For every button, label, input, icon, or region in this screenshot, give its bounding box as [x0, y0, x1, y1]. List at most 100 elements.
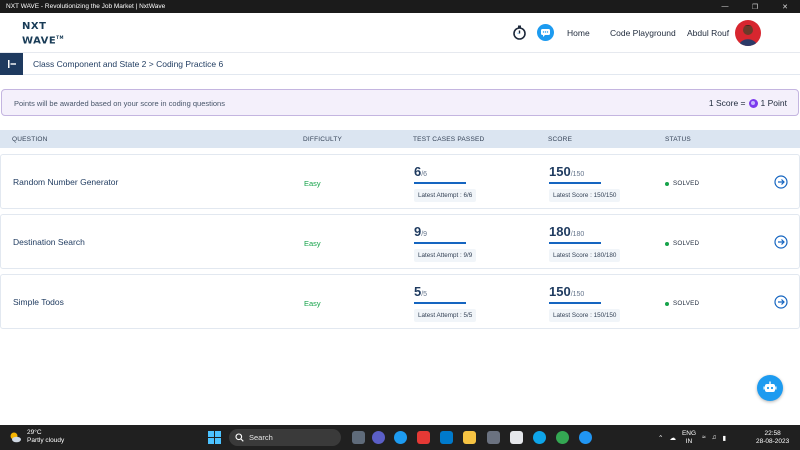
nav-code-playground-link[interactable]: Code Playground — [610, 28, 676, 38]
maximize-button[interactable]: ❐ — [740, 0, 770, 13]
score-progress-bar — [549, 302, 601, 304]
question-name[interactable]: Destination Search — [13, 237, 85, 247]
wifi-icon[interactable]: ≈ — [702, 434, 706, 441]
latest-score: Latest Score : 150/150 — [549, 189, 621, 202]
latest-score: Latest Score : 180/180 — [549, 249, 621, 262]
score-metric: 150/150 Latest Score : 150/150 — [549, 283, 639, 322]
weather-widget[interactable]: 29°C Partly cloudy — [8, 429, 64, 445]
sidebar-toggle-button[interactable] — [0, 53, 23, 75]
logo-wave-text: WAVE — [22, 35, 57, 47]
user-name[interactable]: Abdul Rouf — [687, 28, 729, 38]
test-cases-total: /6 — [421, 171, 428, 178]
cloud-icon[interactable]: ☁ — [669, 434, 676, 442]
volume-icon[interactable]: ♫ — [712, 434, 717, 441]
score-value: 150 — [549, 284, 571, 299]
edge-icon[interactable] — [533, 431, 546, 444]
search-icon — [235, 433, 244, 442]
difficulty-label: Easy — [304, 179, 321, 188]
chevron-up-icon[interactable]: ⌃ — [658, 434, 663, 442]
arrow-right-circle-icon[interactable] — [774, 295, 788, 309]
browser-app-icon[interactable] — [579, 431, 592, 444]
app-header: NXT WAVETM Home Code Playground Abdul Ro… — [0, 13, 800, 53]
test-cases-progress-bar — [414, 302, 466, 304]
clock-date: 28-08-2023 — [756, 438, 790, 445]
question-name[interactable]: Random Number Generator — [13, 177, 118, 187]
close-button[interactable]: ✕ — [770, 0, 800, 13]
status-text: SOLVED — [673, 300, 700, 307]
status-badge: SOLVED — [665, 240, 699, 247]
score-progress-bar — [549, 242, 601, 244]
battery-icon[interactable]: ▮ — [723, 434, 727, 442]
rate-point-label: 1 Point — [760, 98, 787, 108]
rate-score-label: 1 Score = — [708, 98, 746, 108]
table-row[interactable]: Simple Todos Easy 5/5 Latest Attempt : 5… — [0, 274, 800, 329]
partly-cloudy-icon — [10, 432, 21, 443]
score-metric: 180/180 Latest Score : 180/180 — [549, 223, 639, 262]
coin-icon — [748, 98, 758, 108]
minimize-button[interactable]: — — [710, 0, 740, 13]
status-dot-icon — [665, 301, 669, 306]
table-row[interactable]: Destination Search Easy 9/9 Latest Attem… — [0, 214, 800, 269]
store-icon[interactable] — [510, 431, 523, 444]
clock-time: 22:58 — [764, 430, 781, 437]
vscode-icon[interactable] — [440, 431, 453, 444]
chat-icon[interactable] — [537, 24, 554, 41]
table-header: QUESTION DIFFICULTY TEST CASES PASSED SC… — [0, 130, 800, 148]
test-cases-metric: 5/5 Latest Attempt : 5/5 — [414, 283, 504, 322]
score-progress-bar — [549, 182, 601, 184]
logo-text-bottom: WAVETM — [22, 32, 66, 46]
column-header-score: SCORE — [548, 136, 573, 143]
chrome-icon[interactable] — [556, 431, 569, 444]
arrow-right-circle-icon[interactable] — [774, 235, 788, 249]
status-dot-icon — [665, 181, 669, 186]
window-title: NXT WAVE - Revolutionizing the Job Marke… — [6, 3, 166, 10]
system-tray: ⌃ ☁ ENG IN ≈ ♫ ▮ — [658, 430, 726, 445]
teams-icon[interactable] — [372, 431, 385, 444]
status-text: SOLVED — [673, 240, 700, 247]
score-value: 150 — [549, 164, 571, 179]
nxtwave-logo[interactable]: NXT WAVETM — [22, 21, 66, 47]
column-header-status: STATUS — [665, 136, 691, 143]
status-text: SOLVED — [673, 180, 700, 187]
search-label: Search — [249, 433, 273, 442]
taskbar-search[interactable]: Search — [229, 429, 341, 446]
difficulty-label: Easy — [304, 239, 321, 248]
latest-score: Latest Score : 150/150 — [549, 309, 621, 322]
weather-desc: Partly cloudy — [27, 437, 65, 444]
windows-start-icon[interactable] — [208, 431, 221, 444]
points-rate: 1 Score = 1 Point — [709, 98, 787, 108]
file-explorer-icon[interactable] — [463, 431, 476, 444]
sidebar-expand-icon — [7, 60, 16, 68]
latest-attempt: Latest Attempt : 5/5 — [414, 309, 477, 322]
test-cases-metric: 9/9 Latest Attempt : 9/9 — [414, 223, 504, 262]
score-total: /150 — [570, 291, 585, 298]
arrow-right-circle-icon[interactable] — [774, 175, 788, 189]
logo-text-top: NXT — [22, 21, 47, 32]
robot-icon — [763, 381, 777, 392]
question-name[interactable]: Simple Todos — [13, 297, 64, 307]
test-cases-progress-bar — [414, 242, 466, 244]
test-cases-progress-bar — [414, 182, 466, 184]
test-cases-total: /5 — [421, 291, 428, 298]
window-titlebar: NXT WAVE - Revolutionizing the Job Marke… — [0, 0, 800, 13]
status-dot-icon — [665, 241, 669, 246]
weather-temp: 29°C — [27, 429, 42, 436]
task-view-icon[interactable] — [352, 431, 365, 444]
avatar[interactable] — [735, 20, 761, 46]
table-row[interactable]: Random Number Generator Easy 6/6 Latest … — [0, 154, 800, 209]
score-total: /150 — [570, 171, 585, 178]
stopwatch-icon[interactable] — [511, 24, 528, 41]
nxtwave-app-icon[interactable] — [394, 431, 407, 444]
points-message: Points will be awarded based on your sco… — [14, 99, 225, 108]
logo-tm: TM — [56, 35, 64, 40]
language-indicator[interactable]: ENG IN — [682, 430, 696, 445]
system-clock[interactable]: 22:58 28-08-2023 — [756, 430, 789, 446]
windows-taskbar: 29°C Partly cloudy Search ⌃ ☁ ENG IN ≈ ♫… — [0, 425, 800, 450]
chatbot-button[interactable] — [757, 375, 783, 401]
breadcrumb[interactable]: Class Component and State 2 > Coding Pra… — [33, 59, 223, 69]
settings-icon[interactable] — [487, 431, 500, 444]
status-badge: SOLVED — [665, 300, 699, 307]
score-metric: 150/150 Latest Score : 150/150 — [549, 163, 639, 202]
nav-home-link[interactable]: Home — [567, 28, 590, 38]
youtube-icon[interactable] — [417, 431, 430, 444]
